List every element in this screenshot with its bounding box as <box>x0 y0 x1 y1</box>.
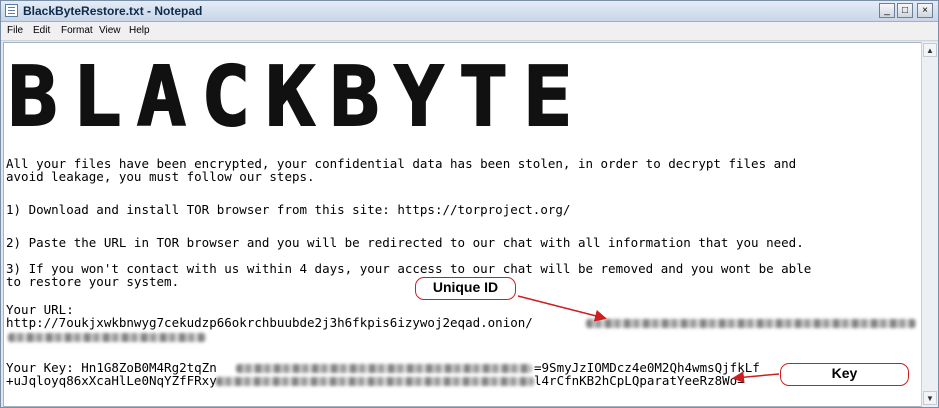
notepad-icon <box>5 4 18 17</box>
redacted-unique-id <box>586 319 916 328</box>
url-value: http://7oukjxwkbnwyg7cekudzp66okrchbuubd… <box>6 315 533 330</box>
key-line-2-end: l4rCfnKB2hCpLQparatYeeRz8Wo= <box>534 373 745 388</box>
step-2-text: 2) Paste the URL in TOR browser and you … <box>6 235 804 250</box>
menu-edit[interactable]: Edit <box>33 25 50 36</box>
blackbyte-logo: BLACKBYTE <box>8 59 587 129</box>
title-bar[interactable]: BlackByteRestore.txt - Notepad _ □ × <box>1 1 938 22</box>
vertical-scrollbar[interactable]: ▲ ▼ <box>921 42 938 407</box>
step-3-line-2: to restore your system. <box>6 274 180 289</box>
logo-text: BLACKBYTE <box>8 59 587 129</box>
menu-file[interactable]: File <box>7 25 23 36</box>
redacted-key-2 <box>216 377 534 386</box>
text-editor[interactable]: BLACKBYTE All your files have been encry… <box>3 42 922 407</box>
key-callout: Key <box>780 363 909 386</box>
menu-view[interactable]: View <box>99 25 121 36</box>
menu-bar: File Edit Format View Help <box>1 22 938 41</box>
intro-line-2: avoid leakage, you must follow our steps… <box>6 169 315 184</box>
window-title: BlackByteRestore.txt - Notepad <box>23 4 203 18</box>
notepad-window: BlackByteRestore.txt - Notepad _ □ × Fil… <box>0 0 939 408</box>
menu-help[interactable]: Help <box>129 25 150 36</box>
close-button[interactable]: × <box>917 3 933 18</box>
maximize-button[interactable]: □ <box>897 3 913 18</box>
minimize-button[interactable]: _ <box>879 3 895 18</box>
step-1-text: 1) Download and install TOR browser from… <box>6 202 571 217</box>
redacted-unique-id-line-2 <box>8 333 206 342</box>
menu-format[interactable]: Format <box>61 25 93 36</box>
unique-id-callout: Unique ID <box>415 277 516 300</box>
scroll-down-icon[interactable]: ▼ <box>923 391 937 405</box>
redacted-key-1 <box>236 364 532 373</box>
scroll-up-icon[interactable]: ▲ <box>923 43 937 57</box>
key-line-2-start: +uJqloyq86xXcaHlLe0NqYZfFRxy <box>6 373 217 388</box>
